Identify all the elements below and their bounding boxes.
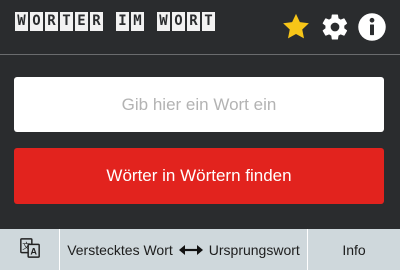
- direction-toggle[interactable]: Verstecktes Wort Ursprungswort: [60, 229, 308, 270]
- hidden-word-label: Verstecktes Wort: [67, 241, 173, 258]
- logo-letter: E: [75, 12, 88, 31]
- gear-icon[interactable]: [319, 11, 351, 43]
- word-input[interactable]: [14, 77, 384, 132]
- translate-button[interactable]: 文 A: [0, 229, 60, 270]
- info-button[interactable]: Info: [308, 229, 400, 270]
- info-button-label: Info: [342, 241, 366, 258]
- logo-letter: O: [30, 12, 43, 31]
- logo-letter: M: [131, 12, 144, 31]
- logo-letter: T: [202, 12, 215, 31]
- logo-letter: W: [15, 12, 28, 31]
- logo-space: [105, 12, 114, 31]
- translate-icon: 文 A: [19, 237, 41, 262]
- info-icon[interactable]: [356, 11, 388, 43]
- star-icon[interactable]: [280, 11, 312, 43]
- double-arrow-icon: [178, 244, 203, 256]
- app-screen: WORTERIMWORT Wörter in Wörtern finden: [0, 0, 400, 270]
- header-divider: [0, 54, 400, 55]
- logo-letter: O: [172, 12, 185, 31]
- logo-letter: T: [60, 12, 73, 31]
- logo-space: [146, 12, 155, 31]
- logo-letter: R: [45, 12, 58, 31]
- svg-text:A: A: [30, 246, 37, 256]
- logo-letter: R: [187, 12, 200, 31]
- logo-letter: R: [90, 12, 103, 31]
- app-logo: WORTERIMWORT: [15, 12, 215, 31]
- find-words-button-label: Wörter in Wörtern finden: [106, 166, 292, 185]
- logo-letter: W: [157, 12, 170, 31]
- logo-letter: I: [116, 12, 129, 31]
- bottom-bar: 文 A Verstecktes Wort Ursprungswort Info: [0, 229, 400, 270]
- origin-word-label: Ursprungswort: [208, 241, 300, 258]
- find-words-button[interactable]: Wörter in Wörtern finden: [14, 148, 384, 204]
- header-bar: WORTERIMWORT: [0, 0, 400, 54]
